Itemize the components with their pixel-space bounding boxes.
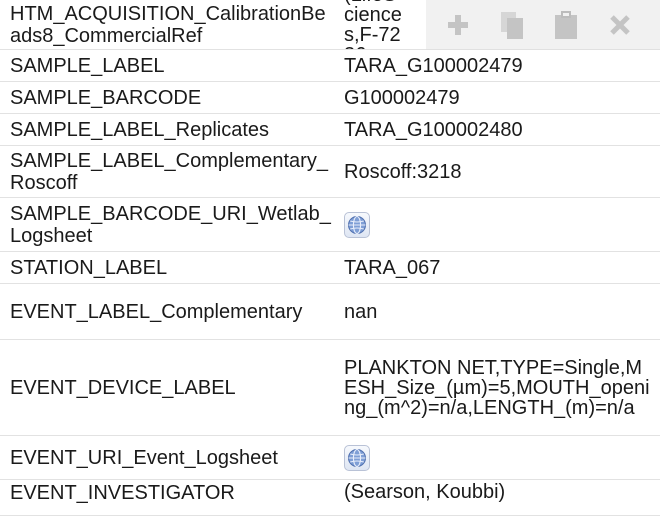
table-row: EVENT_INVESTIGATOR (Searson, Koubbi) (0, 480, 660, 516)
row-key: EVENT_DEVICE_LABEL (10, 376, 236, 399)
row-value: G100002479 (344, 86, 460, 109)
table-row: EVENT_URI_Event_Logsheet (0, 436, 660, 480)
paste-button[interactable] (552, 10, 580, 40)
copy-button[interactable] (498, 10, 526, 40)
table-row: EVENT_DEVICE_LABEL PLANKTON NET,TYPE=Sin… (0, 340, 660, 436)
delete-button[interactable] (606, 10, 634, 40)
row-value: Roscoff:3218 (344, 160, 462, 183)
row-value: (LifeSciences,F-7236, (344, 0, 402, 49)
row-value (333, 211, 660, 238)
globe-link-icon[interactable] (344, 211, 370, 238)
row-value: TARA_G100002479 (344, 54, 523, 77)
table-row: STATION_LABEL TARA_067 (0, 252, 660, 284)
cell-toolbar (426, 0, 660, 50)
delete-icon (610, 14, 630, 35)
row-value: PLANKTON NET,TYPE=Single,MESH_Size_(µm)=… (344, 356, 650, 419)
row-value: nan (344, 300, 378, 323)
row-key: EVENT_URI_Event_Logsheet (10, 446, 278, 469)
table-row: SAMPLE_LABEL_Complementary_Roscoff Rosco… (0, 146, 660, 198)
row-key: STATION_LABEL (10, 256, 168, 279)
table-row: EVENT_LABEL_Complementary nan (0, 284, 660, 340)
row-key: SAMPLE_BARCODE_URI_Wetlab_Logsheet (10, 202, 331, 247)
row-key: SAMPLE_BARCODE (10, 86, 202, 109)
table-row: SAMPLE_LABEL TARA_G100002479 (0, 50, 660, 82)
row-key: SAMPLE_LABEL_Complementary_Roscoff (10, 149, 328, 194)
row-value: TARA_G100002480 (344, 118, 523, 141)
add-icon (448, 14, 468, 35)
globe-link-icon[interactable] (344, 444, 370, 471)
row-value: (Searson, Koubbi) (344, 481, 506, 503)
row-value (333, 444, 660, 471)
table-row: SAMPLE_BARCODE G100002479 (0, 82, 660, 114)
row-key: HTM_ACQUISITION_CalibrationBeads8_Commer… (10, 2, 326, 47)
row-key: SAMPLE_LABEL_Replicates (10, 118, 270, 141)
copy-icon (501, 11, 523, 39)
metadata-table: HTM_ACQUISITION_CalibrationBeads8_Commer… (0, 0, 660, 516)
row-value: TARA_067 (344, 256, 441, 279)
add-button[interactable] (444, 10, 472, 40)
row-key: EVENT_INVESTIGATOR (10, 482, 235, 504)
table-row: SAMPLE_BARCODE_URI_Wetlab_Logsheet (0, 198, 660, 252)
paste-icon (555, 10, 577, 39)
row-key: SAMPLE_LABEL (10, 54, 165, 77)
row-key: EVENT_LABEL_Complementary (10, 300, 303, 323)
table-row: SAMPLE_LABEL_Replicates TARA_G100002480 (0, 114, 660, 146)
